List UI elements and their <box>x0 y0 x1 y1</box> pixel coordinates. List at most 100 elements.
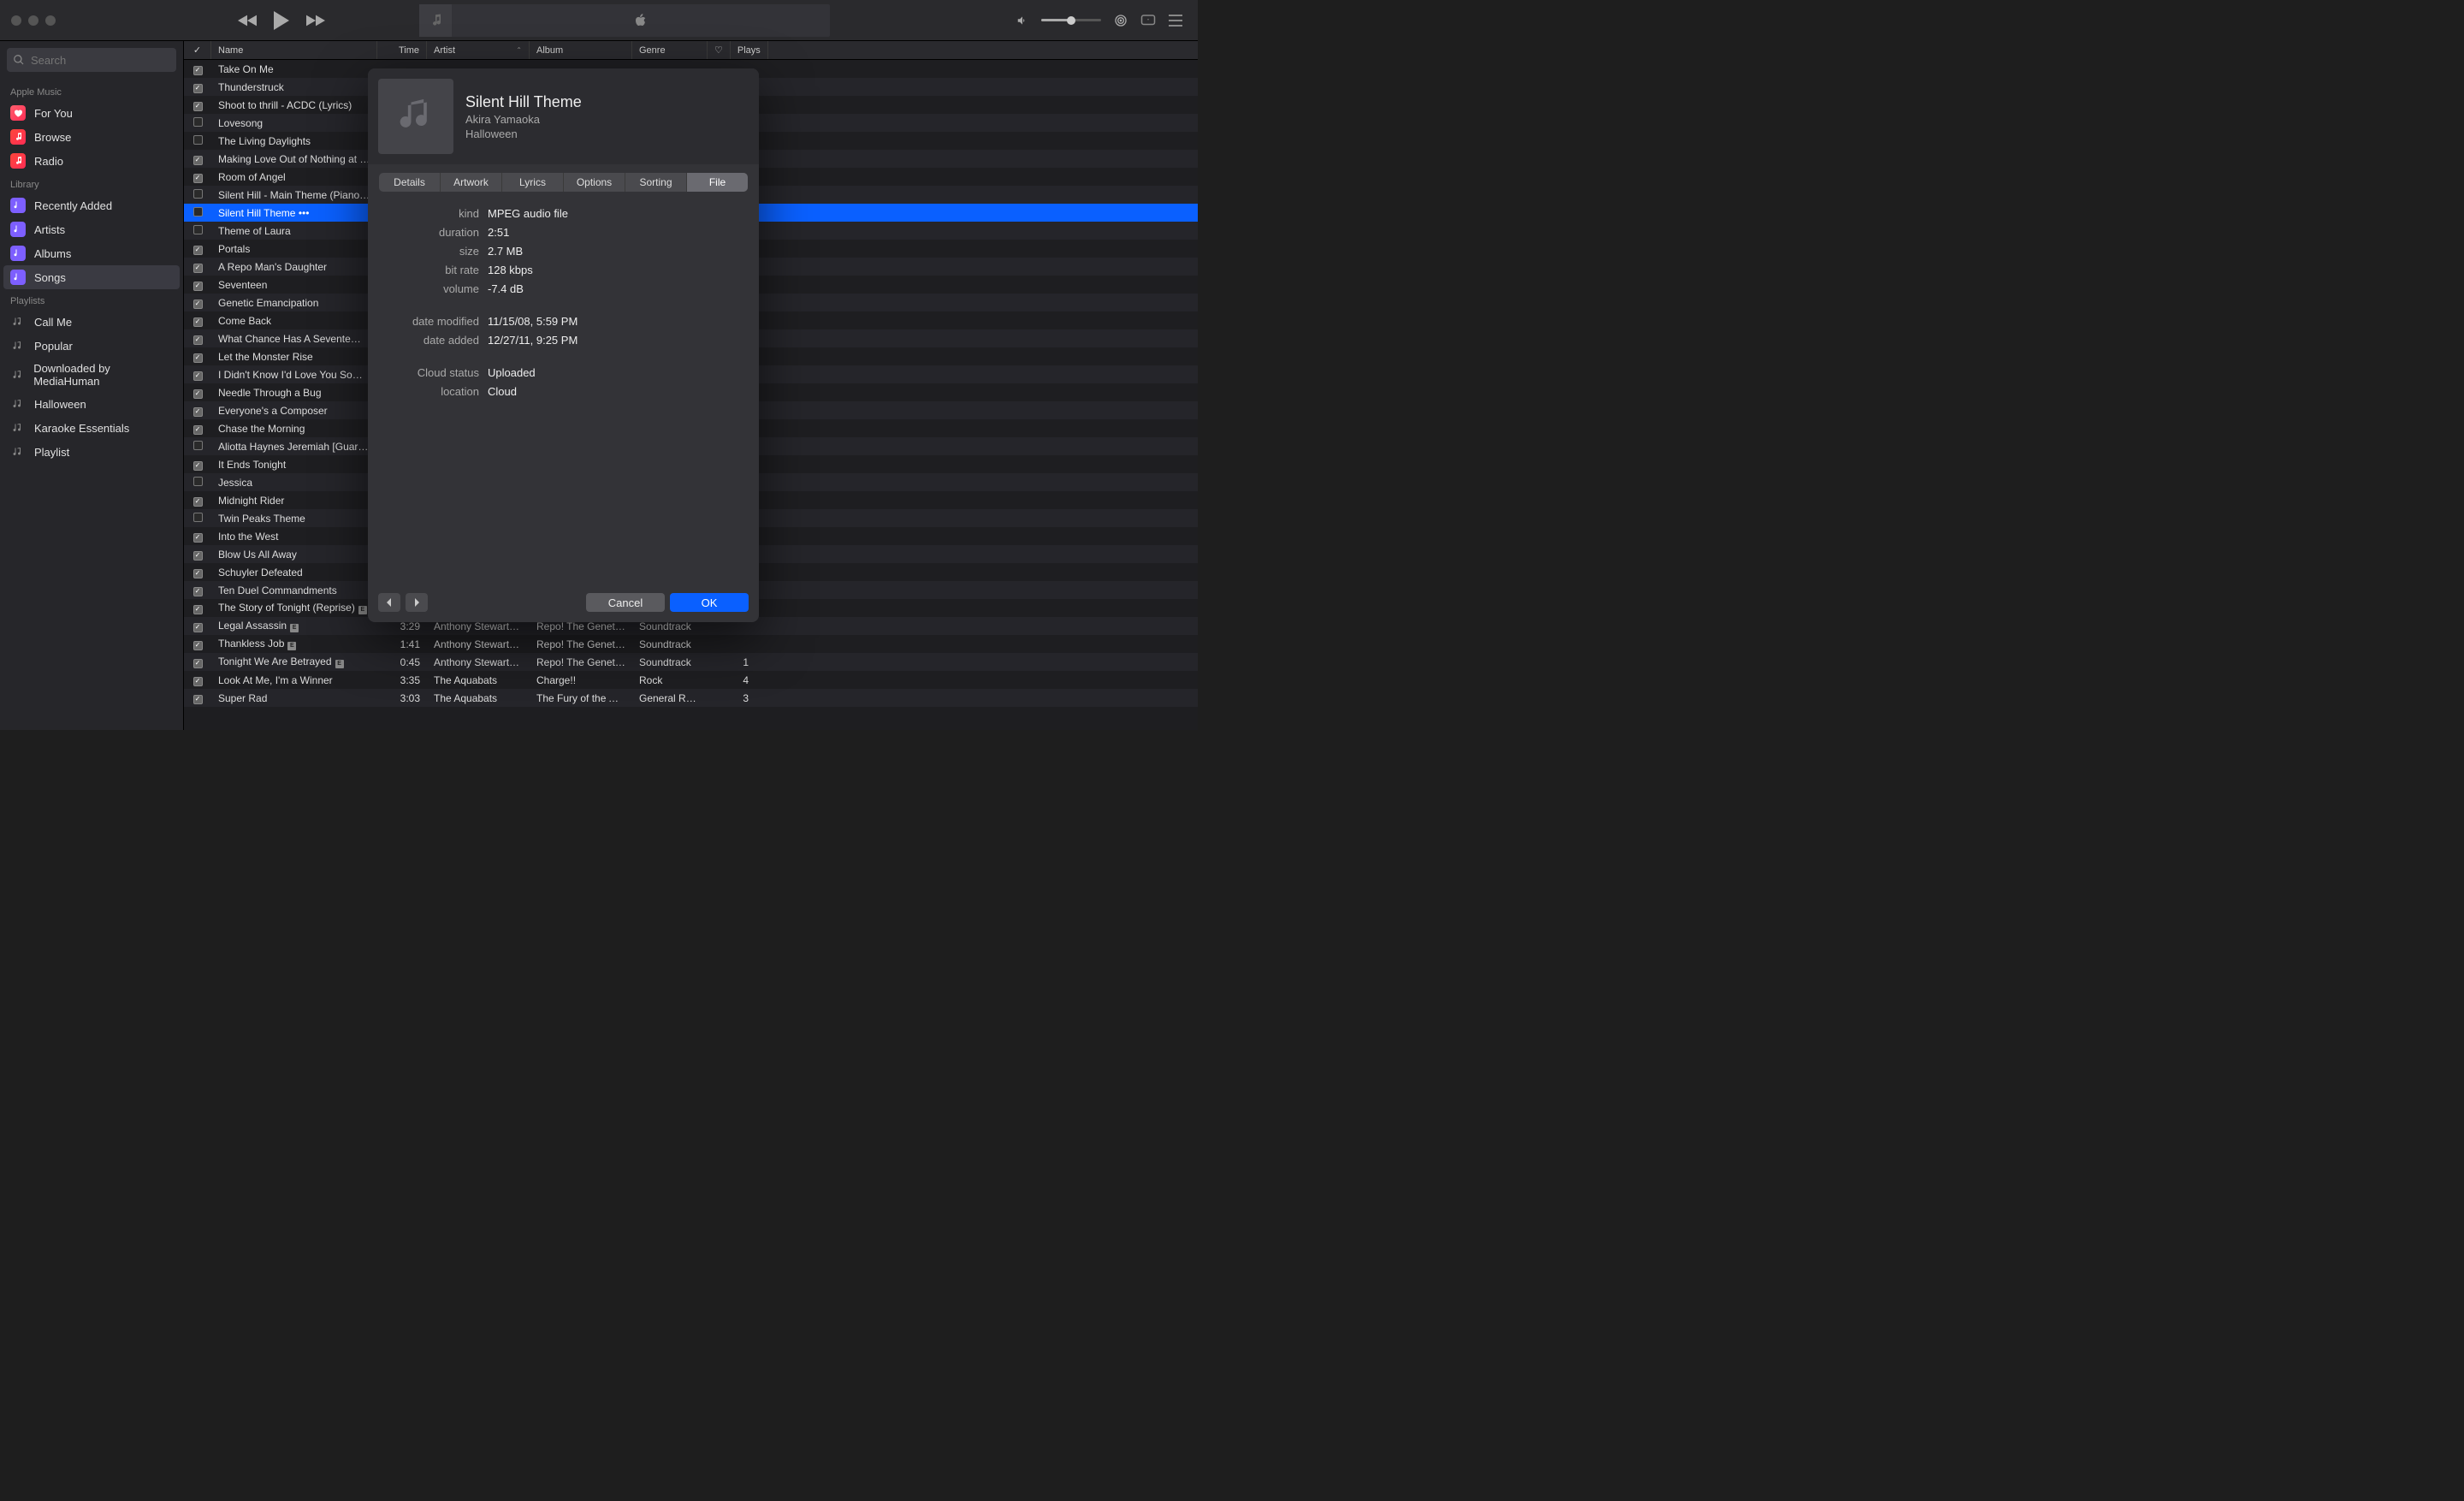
sidebar-item-icon <box>10 222 26 237</box>
sidebar-item[interactable]: Popular <box>0 334 183 358</box>
row-checkbox[interactable] <box>184 513 211 525</box>
row-checkbox[interactable] <box>184 368 211 381</box>
dialog-tab[interactable]: Sorting <box>625 173 687 192</box>
info-label: duration <box>385 226 488 239</box>
maximize-window[interactable] <box>45 15 56 26</box>
row-checkbox[interactable] <box>184 566 211 578</box>
info-label: location <box>385 385 488 398</box>
col-genre[interactable]: Genre <box>632 41 708 59</box>
sidebar-item[interactable]: For You <box>0 101 183 125</box>
airplay-icon[interactable] <box>1114 14 1128 27</box>
row-checkbox[interactable] <box>184 584 211 596</box>
dialog-header: Silent Hill Theme Akira Yamaoka Hallowee… <box>368 68 759 164</box>
row-name: Genetic Emancipation <box>211 297 377 309</box>
row-name: Take On Me <box>211 63 377 75</box>
row-name: Come Back <box>211 315 377 327</box>
row-checkbox[interactable] <box>184 225 211 237</box>
sidebar-item-label: Karaoke Essentials <box>34 422 129 435</box>
row-checkbox[interactable] <box>184 477 211 489</box>
row-checkbox[interactable] <box>184 494 211 507</box>
row-name: I Didn't Know I'd Love You So… <box>211 369 377 381</box>
row-checkbox[interactable] <box>184 602 211 614</box>
row-checkbox[interactable] <box>184 80 211 93</box>
sidebar-item[interactable]: Downloaded by MediaHuman <box>0 358 183 392</box>
row-checkbox[interactable] <box>184 170 211 183</box>
row-checkbox[interactable] <box>184 673 211 686</box>
next-button[interactable] <box>406 593 428 612</box>
row-checkbox[interactable] <box>184 350 211 363</box>
row-checkbox[interactable] <box>184 638 211 650</box>
row-checkbox[interactable] <box>184 548 211 561</box>
col-artist[interactable]: Artist⌃ <box>427 41 530 59</box>
song-row[interactable]: Look At Me, I'm a Winner3:35The Aquabats… <box>184 671 1198 689</box>
row-checkbox[interactable] <box>184 189 211 201</box>
sidebar-item-label: Downloaded by MediaHuman <box>33 362 173 388</box>
dialog-tab[interactable]: Details <box>379 173 441 192</box>
dialog-tab[interactable]: File <box>687 173 748 192</box>
song-row[interactable]: Super Rad3:03The AquabatsThe Fury of the… <box>184 689 1198 707</box>
sidebar-item[interactable]: Karaoke Essentials <box>0 416 183 440</box>
volume-slider[interactable] <box>1041 19 1101 21</box>
row-checkbox[interactable] <box>184 314 211 327</box>
row-checkbox[interactable] <box>184 152 211 165</box>
row-checkbox[interactable] <box>184 422 211 435</box>
col-love[interactable]: ♡ <box>708 41 731 59</box>
previous-icon[interactable] <box>238 15 257 27</box>
row-checkbox[interactable] <box>184 530 211 543</box>
row-time: 3:35 <box>377 674 427 686</box>
col-plays[interactable]: Plays <box>731 41 768 59</box>
row-checkbox[interactable] <box>184 386 211 399</box>
sidebar-item[interactable]: Songs <box>3 265 180 289</box>
lyrics-icon[interactable]: " <box>1140 14 1156 27</box>
volume-icon[interactable] <box>1016 15 1028 27</box>
row-name: Making Love Out of Nothing at … <box>211 153 377 165</box>
col-check[interactable]: ✓ <box>184 41 211 59</box>
sidebar-item[interactable]: Albums <box>0 241 183 265</box>
row-checkbox[interactable] <box>184 691 211 704</box>
row-plays: 3 <box>725 692 755 704</box>
row-checkbox[interactable] <box>184 332 211 345</box>
prev-button[interactable] <box>378 593 400 612</box>
row-checkbox[interactable] <box>184 135 211 147</box>
row-checkbox[interactable] <box>184 62 211 75</box>
col-name[interactable]: Name <box>211 41 377 59</box>
row-checkbox[interactable] <box>184 458 211 471</box>
row-checkbox[interactable] <box>184 278 211 291</box>
sidebar-item[interactable]: Artists <box>0 217 183 241</box>
sidebar-item[interactable]: Playlist <box>0 440 183 464</box>
dialog-tab[interactable]: Options <box>564 173 625 192</box>
col-album[interactable]: Album <box>530 41 632 59</box>
sidebar-item[interactable]: Call Me <box>0 310 183 334</box>
play-icon[interactable] <box>274 11 289 30</box>
row-name: The Living Daylights <box>211 135 377 147</box>
row-checkbox[interactable] <box>184 441 211 453</box>
song-row[interactable]: Thankless JobE1:41Anthony Stewart…Repo! … <box>184 635 1198 653</box>
row-checkbox[interactable] <box>184 260 211 273</box>
dialog-tab[interactable]: Artwork <box>441 173 502 192</box>
song-row[interactable]: Tonight We Are BetrayedE0:45Anthony Stew… <box>184 653 1198 671</box>
list-icon[interactable] <box>1169 15 1182 27</box>
row-checkbox[interactable] <box>184 620 211 632</box>
row-checkbox[interactable] <box>184 207 211 219</box>
dialog-tab[interactable]: Lyrics <box>502 173 564 192</box>
sidebar-item[interactable]: Recently Added <box>0 193 183 217</box>
row-name: Silent Hill Theme ••• <box>211 207 377 219</box>
cancel-button[interactable]: Cancel <box>586 593 665 612</box>
row-checkbox[interactable] <box>184 404 211 417</box>
row-checkbox[interactable] <box>184 117 211 129</box>
next-icon[interactable] <box>306 15 325 27</box>
search-input[interactable] <box>7 48 176 72</box>
col-time[interactable]: Time <box>377 41 427 59</box>
row-checkbox[interactable] <box>184 296 211 309</box>
sidebar-item-label: Playlist <box>34 446 69 459</box>
row-checkbox[interactable] <box>184 656 211 668</box>
row-checkbox[interactable] <box>184 242 211 255</box>
ok-button[interactable]: OK <box>670 593 749 612</box>
sidebar-item[interactable]: Radio <box>0 149 183 173</box>
row-checkbox[interactable] <box>184 98 211 111</box>
sidebar-item[interactable]: Browse <box>0 125 183 149</box>
minimize-window[interactable] <box>28 15 38 26</box>
sidebar-item[interactable]: Halloween <box>0 392 183 416</box>
traffic-lights <box>0 15 67 26</box>
close-window[interactable] <box>11 15 21 26</box>
